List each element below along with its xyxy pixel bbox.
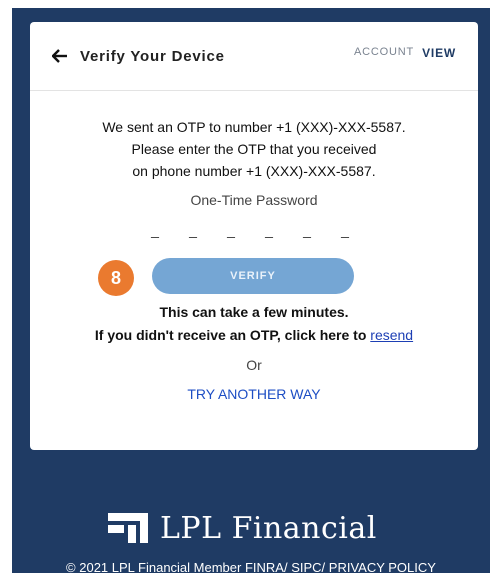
resend-message: If you didn't receive an OTP, click here… — [30, 327, 478, 343]
footer: © 2021 LPL Financial Member FINRA/ SIPC/… — [12, 560, 490, 575]
resend-prefix: If you didn't receive an OTP, click here… — [94, 327, 371, 343]
page-title: Verify Your Device — [80, 48, 225, 65]
brand-name: LPL Financial — [160, 510, 377, 546]
otp-sent-message-line1: We sent an OTP to number +1 (XXX)-XXX-55… — [102, 119, 406, 135]
verify-button[interactable]: VERIFY — [152, 258, 354, 294]
footer-separator: / — [321, 560, 329, 575]
otp-label: One-Time Password — [190, 192, 318, 208]
view-account-link[interactable]: VIEW — [422, 46, 456, 60]
card-header: Verify Your Device ACCOUNT VIEW — [30, 22, 478, 91]
resend-link[interactable]: resend — [370, 327, 413, 343]
otp-digit[interactable]: _ — [150, 222, 160, 246]
footer-copyright: © 2021 LPL Financial Member — [66, 560, 245, 575]
sipc-link[interactable]: SIPC — [291, 560, 321, 575]
try-another-way-link[interactable]: TRY ANOTHER WAY — [30, 386, 478, 402]
account-label: ACCOUNT — [354, 46, 414, 58]
lpl-logo-icon — [108, 513, 148, 543]
privacy-policy-link[interactable]: PRIVACY POLICY — [329, 560, 436, 575]
otp-input[interactable]: _ _ _ _ _ _ — [150, 222, 350, 246]
page-background: Verify Your Device ACCOUNT VIEW We sent … — [12, 8, 490, 575]
wait-message: This can take a few minutes. — [159, 304, 349, 320]
otp-digit[interactable]: _ — [226, 222, 236, 246]
otp-sent-message-line2: Please enter the OTP that you received — [131, 141, 377, 157]
otp-digit[interactable]: _ — [340, 222, 350, 246]
brand-logo: LPL Financial — [106, 508, 377, 548]
otp-digit[interactable]: _ — [264, 222, 274, 246]
otp-digit[interactable]: _ — [302, 222, 312, 246]
back-arrow-icon[interactable] — [51, 49, 68, 63]
finra-link[interactable]: FINRA — [245, 560, 284, 575]
otp-digit[interactable]: _ — [188, 222, 198, 246]
or-separator: Or — [246, 357, 262, 373]
step-number-badge: 8 — [98, 260, 134, 296]
otp-sent-message-line3: on phone number +1 (XXX)-XXX-5587. — [132, 163, 376, 179]
verify-card: Verify Your Device ACCOUNT VIEW We sent … — [30, 22, 478, 450]
